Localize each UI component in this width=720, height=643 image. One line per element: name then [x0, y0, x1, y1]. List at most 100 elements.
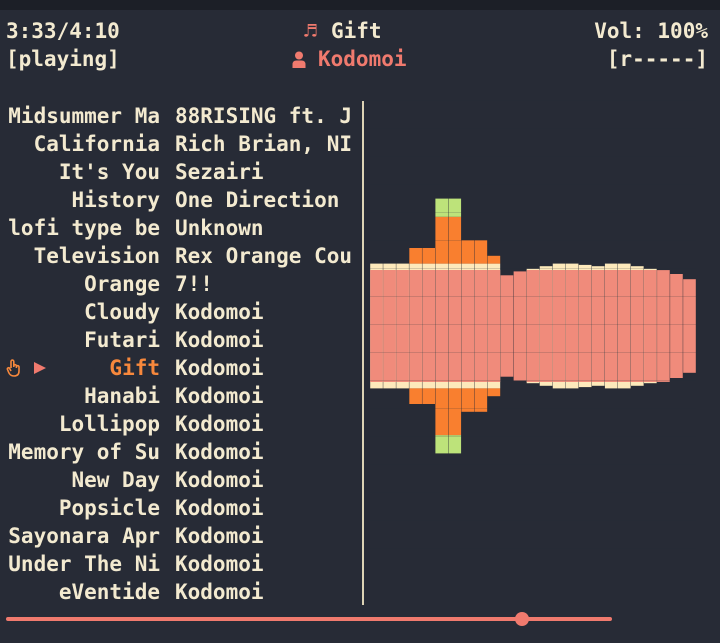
track-artist: 88RISING ft. J	[175, 104, 353, 128]
track-artist: Kodomoi	[175, 468, 264, 492]
track-row[interactable]: Futari Kodomoi	[6, 326, 358, 354]
track-title: lofi type be	[8, 216, 160, 240]
track-title: Midsummer Ma	[8, 104, 160, 128]
track-row[interactable]: Lollipop Kodomoi	[6, 410, 358, 438]
play-icon	[34, 362, 46, 374]
track-row[interactable]: lofi type be Unknown	[6, 214, 358, 242]
track-title: eVentide	[58, 580, 160, 604]
visualizer-bar	[370, 270, 383, 382]
track-title: Orange	[84, 272, 160, 296]
visualizer-bar	[578, 270, 592, 382]
title-bar	[0, 0, 720, 10]
visualizer-bar	[631, 270, 644, 382]
track-artist: Kodomoi	[175, 580, 264, 604]
track-row[interactable]: New Day Kodomoi	[6, 466, 358, 494]
visualizer-bar	[461, 270, 475, 382]
track-artist: 7!!	[175, 272, 213, 296]
visualizer-bar	[409, 270, 422, 382]
column-divider	[362, 101, 364, 605]
progress-knob[interactable]	[515, 612, 530, 626]
track-title: Lollipop	[58, 412, 160, 436]
visualizer-bar	[383, 270, 396, 382]
track-artist: Sezairi	[175, 160, 264, 184]
visualizer-bar	[435, 388, 449, 436]
track-row[interactable]: It's You Sezairi	[6, 158, 358, 186]
current-track-row[interactable]: Gift Kodomoi	[6, 354, 358, 382]
visualizer-bar	[539, 270, 553, 382]
note-icon: ♬	[304, 19, 317, 43]
visualizer-bar	[487, 255, 501, 264]
track-artist: Kodomoi	[175, 300, 264, 324]
track-title: Under The Ni	[8, 552, 160, 576]
track-row[interactable]: Cloudy Kodomoi	[6, 298, 358, 326]
visualizer-bar	[448, 435, 462, 454]
track-row[interactable]: Memory of Su Kodomoi	[6, 438, 358, 466]
track-row[interactable]: Under The Ni Kodomoi	[6, 550, 358, 578]
track-title: Television	[33, 244, 160, 268]
track-title: Hanabi	[84, 384, 160, 408]
visualizer-bar	[604, 270, 618, 382]
visualizer-bar	[435, 435, 449, 454]
visualizer-bar	[487, 388, 501, 397]
track-title: Gift	[109, 356, 160, 380]
visualizer-bar	[461, 240, 475, 264]
visualizer-bar	[422, 248, 435, 264]
track-row[interactable]: Orange 7!!	[6, 270, 358, 298]
visualizer-bar	[487, 270, 501, 382]
track-artist: Unknown	[175, 216, 264, 240]
track-row[interactable]: Hanabi Kodomoi	[6, 382, 358, 410]
visualizer-bar	[683, 279, 696, 373]
person-icon	[292, 51, 306, 68]
track-row[interactable]: Popsicle Kodomoi	[6, 494, 358, 522]
track-artist: Kodomoi	[175, 440, 264, 464]
track-row[interactable]: Television Rex Orange Cou	[6, 242, 358, 270]
track-row[interactable]: eVentide Kodomoi	[6, 578, 358, 606]
visualizer-bar	[474, 240, 488, 264]
track-row[interactable]: History One Direction	[6, 186, 358, 214]
visualizer-bar	[500, 275, 514, 377]
visualizer-bar	[409, 248, 422, 264]
visualizer-bar	[396, 270, 409, 382]
visualizer-bar	[422, 270, 435, 382]
track-title: New Day	[71, 468, 160, 492]
visualizer-bar	[435, 270, 449, 382]
visualizer-bar	[617, 270, 631, 382]
track-artist: Kodomoi	[175, 496, 264, 520]
repeat-shuffle-indicator[interactable]: [r-----]	[607, 45, 708, 73]
track-title: Cloudy	[84, 300, 160, 324]
visualizer-bar	[435, 198, 449, 217]
audio-visualizer	[370, 100, 696, 549]
volume-indicator[interactable]: Vol: 100%	[594, 17, 708, 45]
track-row[interactable]: Sayonara Apr Kodomoi	[6, 522, 358, 550]
track-title: Memory of Su	[8, 440, 160, 464]
track-artist: Kodomoi	[175, 328, 264, 352]
track-title: California	[33, 132, 160, 156]
track-row[interactable]: Midsummer Ma 88RISING ft. J	[6, 102, 358, 130]
visualizer-bar	[565, 270, 579, 382]
track-title: Sayonara Apr	[8, 524, 160, 548]
track-title: Futari	[84, 328, 160, 352]
track-artist: Rex Orange Cou	[175, 244, 353, 268]
visualizer-bar	[448, 270, 462, 382]
visualizer-bar	[670, 274, 683, 378]
visualizer-bar	[552, 270, 566, 382]
track-row[interactable]: California Rich Brian, NI	[6, 130, 358, 158]
track-artist: Rich Brian, NI	[175, 132, 353, 156]
track-artist: Kodomoi	[175, 552, 264, 576]
visualizer-bar	[474, 270, 488, 382]
track-artist: Kodomoi	[175, 356, 264, 380]
track-artist: Kodomoi	[175, 412, 264, 436]
track-artist: One Direction	[175, 188, 340, 212]
track-artist: Kodomoi	[175, 524, 264, 548]
play-state: [playing]	[6, 47, 120, 71]
pointer-hand-icon	[6, 359, 20, 377]
track-title: It's You	[58, 160, 160, 184]
visualizer-bar	[409, 388, 422, 404]
track-list: Midsummer Ma 88RISING ft. J California Rich…	[6, 102, 358, 606]
visualizer-bar	[448, 198, 462, 217]
visualizer-bar	[526, 270, 540, 382]
track-artist: Kodomoi	[175, 384, 264, 408]
now-playing-artist: Kodomoi	[318, 47, 407, 71]
track-title: History	[71, 188, 160, 212]
visualizer-bar	[422, 388, 435, 404]
